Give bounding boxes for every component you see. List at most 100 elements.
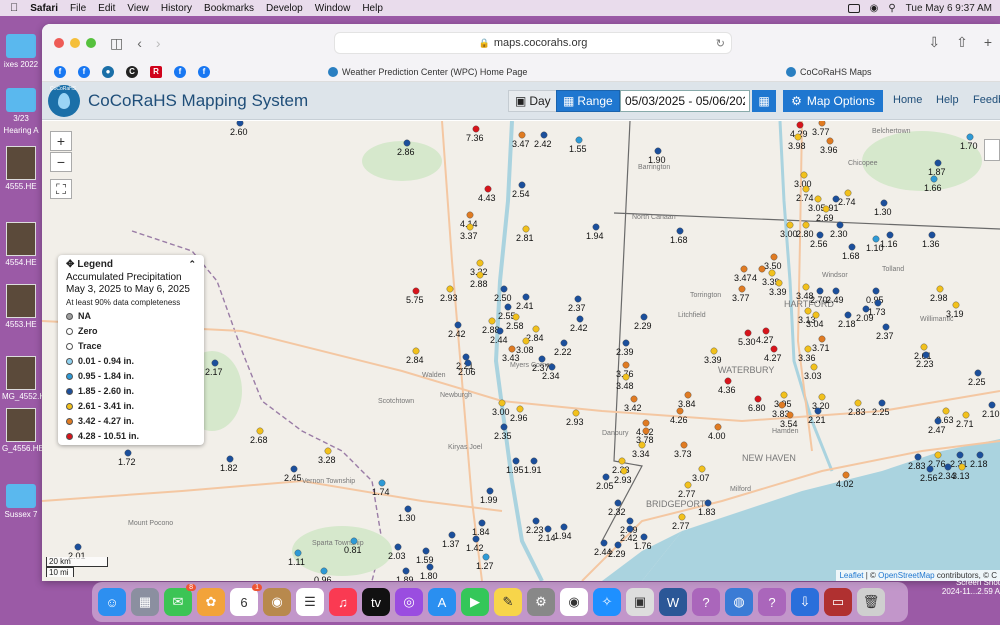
station-marker[interactable]: 2.49 xyxy=(826,287,844,305)
station-marker[interactable]: 1.42 xyxy=(466,535,484,553)
station-dot[interactable] xyxy=(504,303,512,311)
fullscreen-button[interactable]: ⛶ xyxy=(50,179,72,199)
station-marker[interactable]: 2.25 xyxy=(872,399,890,417)
menu-bookmarks[interactable]: Bookmarks xyxy=(204,3,254,14)
station-dot[interactable] xyxy=(622,339,630,347)
station-dot[interactable] xyxy=(956,451,964,459)
station-dot[interactable] xyxy=(484,185,492,193)
wifi-icon[interactable]: ◉ xyxy=(870,3,879,14)
station-dot[interactable] xyxy=(832,195,840,203)
zoom-in-button[interactable]: + xyxy=(50,131,72,151)
station-dot[interactable] xyxy=(944,463,952,471)
station-dot[interactable] xyxy=(236,121,244,127)
station-marker[interactable]: 7.36 xyxy=(466,125,484,143)
station-dot[interactable] xyxy=(926,465,934,473)
station-dot[interactable] xyxy=(976,451,984,459)
station-marker[interactable]: 2.93 xyxy=(566,409,584,427)
station-dot[interactable] xyxy=(618,457,626,465)
station-dot[interactable] xyxy=(816,287,824,295)
station-marker[interactable]: 3.19 xyxy=(946,301,964,319)
station-marker[interactable]: 3.47 xyxy=(734,265,752,283)
station-dot[interactable] xyxy=(548,363,556,371)
station-marker[interactable]: 2.18 xyxy=(838,311,856,329)
station-dot[interactable] xyxy=(770,345,778,353)
noaa-icon[interactable]: ● xyxy=(102,65,114,78)
station-marker[interactable]: 5.30 xyxy=(738,329,756,347)
station-marker[interactable]: 2.83 xyxy=(848,399,866,417)
station-marker[interactable]: 2.39 xyxy=(616,339,634,357)
station-marker[interactable]: 1.59 xyxy=(416,547,434,565)
station-dot[interactable] xyxy=(472,125,480,133)
station-dot[interactable] xyxy=(422,547,430,555)
word-icon[interactable]: W xyxy=(659,588,687,616)
station-marker[interactable]: 3.03 xyxy=(804,363,822,381)
menu-app-name[interactable]: Safari xyxy=(30,3,58,14)
station-marker[interactable]: 1.94 xyxy=(586,223,604,241)
new-tab-icon[interactable]: + xyxy=(984,34,992,51)
station-dot[interactable] xyxy=(818,121,826,127)
date-picker-button[interactable]: ▦ xyxy=(752,90,776,112)
facebook-icon[interactable]: f xyxy=(54,65,66,78)
station-marker[interactable]: 2.74 xyxy=(838,189,856,207)
station-marker[interactable]: 1.74 xyxy=(372,479,390,497)
station-marker[interactable]: 3.00 xyxy=(780,221,798,239)
share-icon[interactable]: ⇧ xyxy=(956,34,968,51)
station-dot[interactable] xyxy=(462,353,470,361)
station-dot[interactable] xyxy=(74,543,82,551)
station-dot[interactable] xyxy=(572,409,580,417)
station-dot[interactable] xyxy=(500,423,508,431)
station-dot[interactable] xyxy=(124,449,132,457)
station-dot[interactable] xyxy=(854,399,862,407)
station-dot[interactable] xyxy=(642,427,650,435)
station-dot[interactable] xyxy=(872,287,880,295)
facebook-icon[interactable]: f xyxy=(174,65,186,78)
station-dot[interactable] xyxy=(786,221,794,229)
station-dot[interactable] xyxy=(934,417,942,425)
menu-edit[interactable]: Edit xyxy=(98,3,115,14)
station-dot[interactable] xyxy=(936,285,944,293)
station-marker[interactable]: 1.72 xyxy=(118,449,136,467)
station-dot[interactable] xyxy=(614,499,622,507)
station-marker[interactable]: 2.42 xyxy=(570,315,588,333)
station-marker[interactable]: 3.73 xyxy=(674,441,692,459)
forward-icon[interactable]: › xyxy=(156,35,161,51)
station-dot[interactable] xyxy=(862,305,870,313)
station-dot[interactable] xyxy=(778,401,786,409)
station-marker[interactable]: 2.42 xyxy=(534,131,552,149)
day-button[interactable]: ▣ Day xyxy=(508,90,558,112)
map-options-button[interactable]: ⚙ Map Options xyxy=(783,90,883,112)
station-dot[interactable] xyxy=(812,311,820,319)
station-dot[interactable] xyxy=(678,513,686,521)
downloads-icon[interactable]: ⇩ xyxy=(791,588,819,616)
station-dot[interactable] xyxy=(952,301,960,309)
station-marker[interactable]: 2.30 xyxy=(830,221,848,239)
station-dot[interactable] xyxy=(930,175,938,183)
station-marker[interactable]: 2.10 xyxy=(982,401,1000,419)
station-marker[interactable]: 4.27 xyxy=(756,327,774,345)
menu-develop[interactable]: Develop xyxy=(266,3,303,14)
station-dot[interactable] xyxy=(800,171,808,179)
station-dot[interactable] xyxy=(394,543,402,551)
station-marker[interactable]: 2.42 xyxy=(448,321,466,339)
tab-wpc[interactable]: Weather Prediction Center (WPC) Home Pag… xyxy=(328,62,527,82)
station-dot[interactable] xyxy=(714,423,722,431)
station-dot[interactable] xyxy=(758,265,766,273)
messages-icon[interactable]: ✉ 8 xyxy=(164,584,196,616)
desktop-item[interactable]: ixes 2022 xyxy=(2,34,40,69)
station-dot[interactable] xyxy=(988,401,996,409)
station-dot[interactable] xyxy=(886,231,894,239)
station-dot[interactable] xyxy=(744,329,752,337)
osm-link[interactable]: OpenStreetMap xyxy=(878,571,934,580)
station-dot[interactable] xyxy=(872,235,880,243)
station-dot[interactable] xyxy=(472,535,480,543)
calendar-icon[interactable]: 61 xyxy=(230,584,262,616)
range-button[interactable]: ▦ Range xyxy=(556,90,620,112)
station-dot[interactable] xyxy=(522,293,530,301)
station-marker[interactable]: 4.02 xyxy=(836,471,854,489)
station-marker[interactable]: 3.77 xyxy=(812,121,830,137)
station-dot[interactable] xyxy=(496,327,504,335)
station-marker[interactable]: 2.29 xyxy=(608,541,626,559)
station-dot[interactable] xyxy=(574,295,582,303)
station-marker[interactable]: 1.36 xyxy=(922,231,940,249)
station-marker[interactable]: 2.68 xyxy=(250,427,268,445)
